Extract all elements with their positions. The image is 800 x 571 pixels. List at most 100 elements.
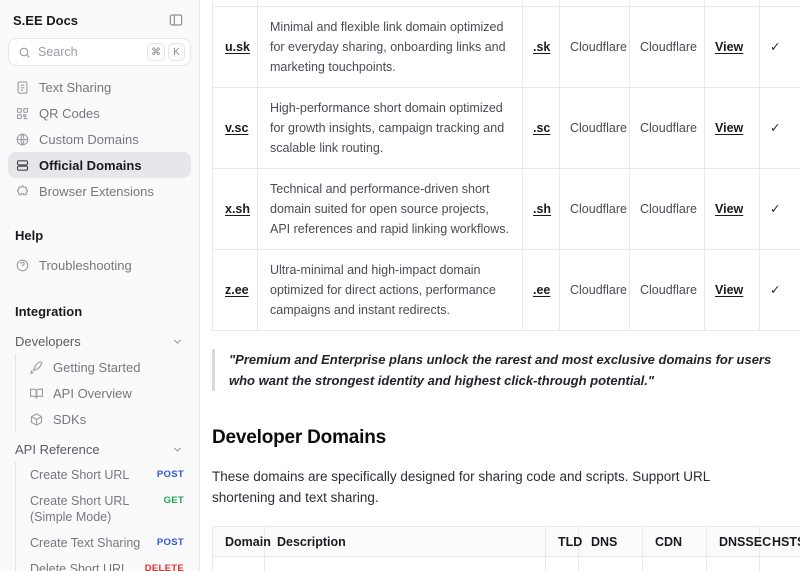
dnssec-view-link[interactable]: View bbox=[715, 202, 743, 216]
rocket-icon bbox=[29, 360, 44, 375]
api-endpoint-label: Delete Short URL bbox=[30, 561, 137, 571]
sidebar-item-label: Official Domains bbox=[39, 158, 142, 173]
cdn-value: Cloudflare bbox=[630, 250, 705, 331]
method-badge: DELETE bbox=[145, 563, 184, 571]
sidebar-item-create-short-url-simple[interactable]: Create Short URL (Simple Mode) GET bbox=[22, 488, 191, 530]
api-endpoint-label: Create Short URL (Simple Mode) bbox=[30, 493, 156, 525]
table-row: x.sh Technical and performance-driven sh… bbox=[213, 169, 800, 250]
cdn-value: Cloudflare bbox=[643, 557, 707, 571]
dnssec-view-link[interactable]: View bbox=[715, 283, 743, 297]
sidebar-item-label: SDKs bbox=[53, 412, 86, 427]
group-label: Developers bbox=[15, 334, 81, 349]
sidebar-item-qr-codes[interactable]: QR Codes bbox=[8, 100, 191, 126]
sidebar-collapse-button[interactable] bbox=[166, 10, 186, 30]
hsts-check: ✓ bbox=[760, 88, 800, 169]
dnssec-view-link[interactable]: View bbox=[715, 40, 743, 54]
hsts-check: ✓ bbox=[760, 169, 800, 250]
file-text-icon bbox=[15, 80, 30, 95]
sidebar-item-label: Troubleshooting bbox=[39, 258, 132, 273]
table-row: ba.sh The easiest way to share bash scri… bbox=[213, 557, 800, 571]
main-content: u.sk Minimal and flexible link domain op… bbox=[200, 0, 800, 571]
sidebar-item-browser-extensions[interactable]: Browser Extensions bbox=[8, 178, 191, 204]
dnssec-view-link[interactable]: View bbox=[715, 121, 743, 135]
hsts-check: ✓ bbox=[760, 250, 800, 331]
sidebar-item-label: QR Codes bbox=[39, 106, 100, 121]
tld-link[interactable]: .ee bbox=[533, 283, 550, 297]
col-header-tld: TLD bbox=[546, 527, 579, 557]
sidebar-item-api-overview[interactable]: API Overview bbox=[22, 380, 191, 406]
developer-domains-intro: These domains are specifically designed … bbox=[212, 466, 774, 508]
sidebar-item-text-sharing[interactable]: Text Sharing bbox=[8, 74, 191, 100]
cdn-value: Cloudflare bbox=[630, 7, 705, 88]
domain-description: Ultra-minimal and high-impact domain opt… bbox=[258, 250, 523, 331]
puzzle-icon bbox=[15, 184, 30, 199]
globe-icon bbox=[15, 132, 30, 147]
search-shortcut: ⌘ K bbox=[147, 43, 185, 61]
table-row: v.sc High-performance short domain optim… bbox=[213, 88, 800, 169]
sidebar-item-label: Getting Started bbox=[53, 360, 140, 375]
sidebar-item-create-short-url[interactable]: Create Short URL POST bbox=[22, 462, 191, 488]
table-header-row: Domain Description TLD DNS CDN DNSSEC HS… bbox=[213, 527, 800, 557]
col-header-domain: Domain bbox=[213, 527, 265, 557]
app-title: S.EE Docs bbox=[13, 13, 78, 28]
dns-value: Cloudflare bbox=[560, 7, 630, 88]
group-api-reference[interactable]: API Reference bbox=[8, 436, 191, 462]
method-badge: GET bbox=[164, 495, 184, 506]
method-badge: POST bbox=[157, 469, 184, 480]
sidebar-item-label: Text Sharing bbox=[39, 80, 111, 95]
sidebar-item-delete-short-url[interactable]: Delete Short URL DELETE bbox=[22, 556, 191, 571]
group-developers[interactable]: Developers bbox=[8, 328, 191, 354]
cmd-key: ⌘ bbox=[147, 43, 165, 61]
domain-link[interactable]: v.sc bbox=[225, 121, 248, 135]
api-endpoint-label: Create Short URL bbox=[30, 467, 149, 483]
sidebar-item-getting-started[interactable]: Getting Started bbox=[22, 354, 191, 380]
search-input[interactable]: Search ⌘ K bbox=[8, 38, 191, 66]
sidebar-item-official-domains[interactable]: Official Domains bbox=[8, 152, 191, 178]
dns-value: Cloudflare bbox=[560, 169, 630, 250]
sidebar-item-label: Browser Extensions bbox=[39, 184, 154, 199]
dns-value: Cloudflare bbox=[579, 557, 643, 571]
developer-domains-table: Domain Description TLD DNS CDN DNSSEC HS… bbox=[212, 526, 800, 571]
integration-section-header: Integration bbox=[8, 304, 191, 319]
col-header-dnssec: DNSSEC bbox=[707, 527, 760, 557]
col-header-dns: DNS bbox=[579, 527, 643, 557]
tld-link[interactable]: .sh bbox=[533, 202, 551, 216]
qr-code-icon bbox=[15, 106, 30, 121]
tld-link[interactable]: .sc bbox=[533, 121, 550, 135]
dns-value: Cloudflare bbox=[560, 88, 630, 169]
cdn-value: Cloudflare bbox=[630, 88, 705, 169]
chevron-down-icon bbox=[171, 335, 184, 348]
sidebar-nav: Text Sharing QR Codes Custom Domains Off… bbox=[8, 74, 191, 204]
k-key: K bbox=[168, 43, 185, 61]
package-icon bbox=[29, 412, 44, 427]
domain-link[interactable]: x.sh bbox=[225, 202, 250, 216]
table-row: z.ee Ultra-minimal and high-impact domai… bbox=[213, 250, 800, 331]
sidebar-item-label: Custom Domains bbox=[39, 132, 139, 147]
table-row: u.sk Minimal and flexible link domain op… bbox=[213, 7, 800, 88]
group-label: API Reference bbox=[15, 442, 100, 457]
sidebar-item-troubleshooting[interactable]: Troubleshooting bbox=[8, 252, 191, 278]
domain-description: Technical and performance-driven short d… bbox=[258, 169, 523, 250]
sidebar-header: S.EE Docs bbox=[8, 8, 191, 38]
domain-link[interactable]: z.ee bbox=[225, 283, 249, 297]
search-placeholder: Search bbox=[38, 45, 140, 59]
tld-link[interactable]: .sk bbox=[533, 40, 550, 54]
server-icon bbox=[15, 158, 30, 173]
sidebar: S.EE Docs Search ⌘ K Text Sharing QR Cod… bbox=[0, 0, 200, 571]
chevron-down-icon bbox=[171, 443, 184, 456]
sidebar-item-sdks[interactable]: SDKs bbox=[22, 406, 191, 432]
sidebar-item-custom-domains[interactable]: Custom Domains bbox=[8, 126, 191, 152]
dns-value: Cloudflare bbox=[560, 250, 630, 331]
domain-link[interactable]: u.sk bbox=[225, 40, 250, 54]
col-header-description: Description bbox=[265, 527, 546, 557]
api-endpoint-label: Create Text Sharing bbox=[30, 535, 149, 551]
method-badge: POST bbox=[157, 537, 184, 548]
api-reference-children: Create Short URL POST Create Short URL (… bbox=[15, 462, 191, 571]
book-open-icon bbox=[29, 386, 44, 401]
help-section-header: Help bbox=[8, 228, 191, 243]
col-header-cdn: CDN bbox=[643, 527, 707, 557]
sidebar-item-create-text-sharing[interactable]: Create Text Sharing POST bbox=[22, 530, 191, 556]
official-domains-table: u.sk Minimal and flexible link domain op… bbox=[212, 0, 800, 331]
search-icon bbox=[18, 46, 31, 59]
domain-description: The easiest way to share bash scripts, s… bbox=[265, 557, 546, 571]
